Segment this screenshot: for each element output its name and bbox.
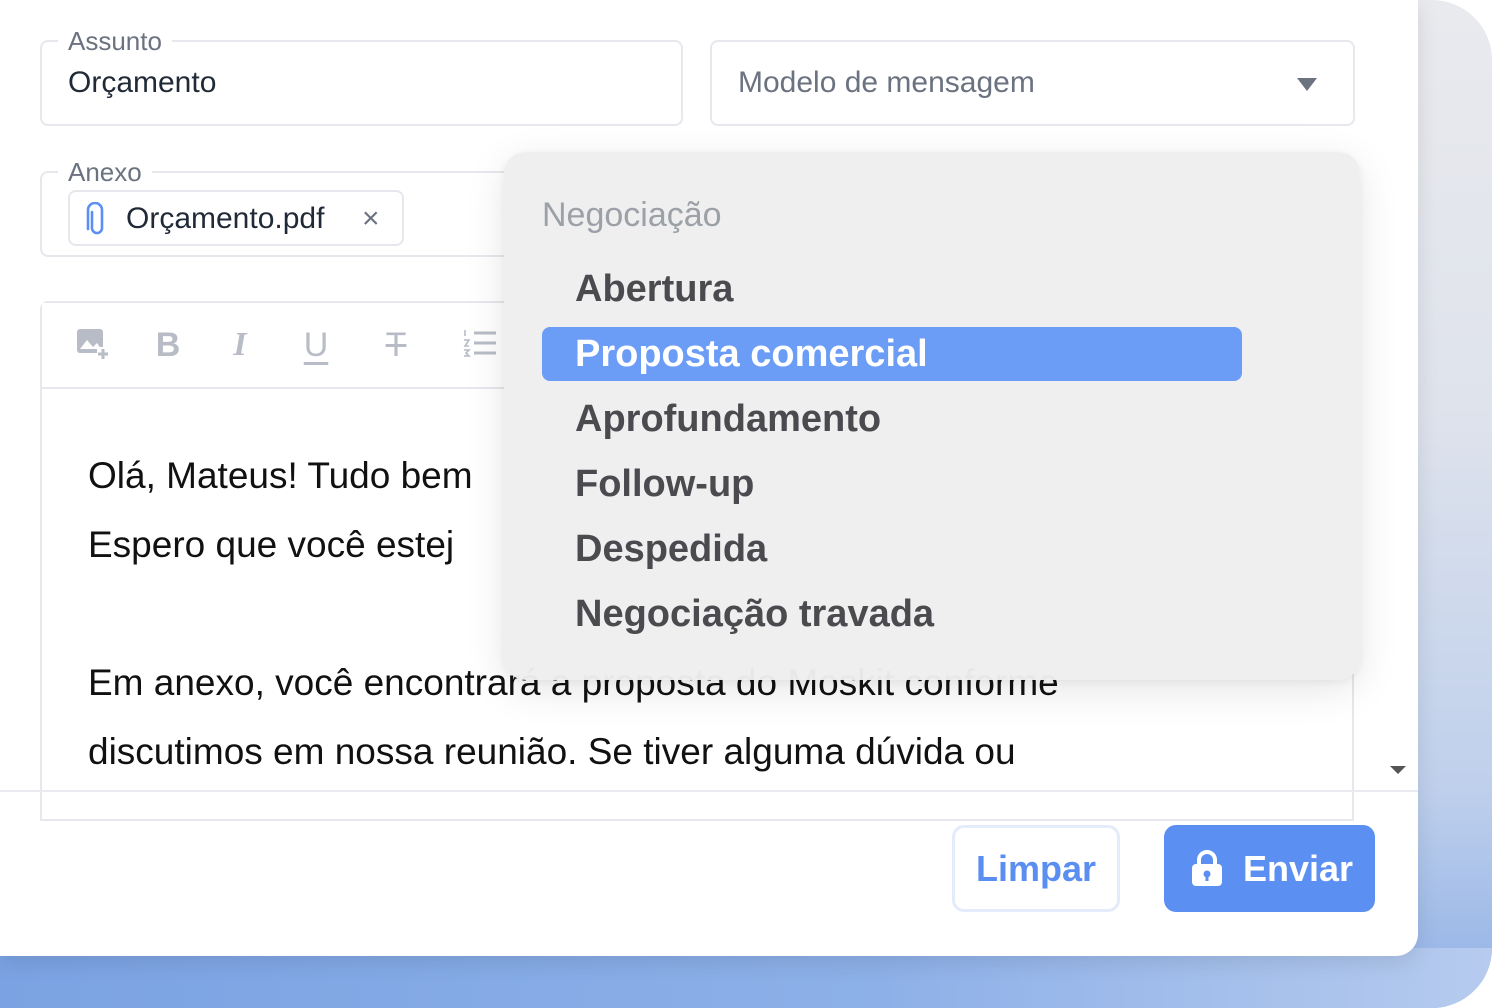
strikethrough-button[interactable]: T [376, 325, 416, 365]
italic-button[interactable]: I [220, 325, 260, 365]
image-add-icon[interactable] [72, 325, 112, 365]
send-button-label: Enviar [1243, 848, 1354, 889]
footer-divider [0, 790, 1418, 792]
lock-icon [1192, 850, 1222, 886]
send-button[interactable]: Enviar [1164, 825, 1375, 912]
remove-attachment-icon[interactable]: × [362, 202, 380, 236]
dropdown-item-despedida[interactable]: Despedida [542, 522, 1242, 576]
clear-button[interactable]: Limpar [952, 825, 1120, 912]
template-dropdown-menu: Negociação Abertura Proposta comercial A… [504, 152, 1360, 680]
subject-label: Assunto [58, 26, 172, 56]
numbered-list-glyph [463, 330, 496, 357]
scroll-down-arrow-icon[interactable] [1390, 766, 1406, 774]
dropdown-item-follow-up[interactable]: Follow-up [542, 457, 1242, 511]
attachment-file-name: Orçamento.pdf [126, 202, 325, 235]
dropdown-item-negociacao-travada[interactable]: Negociação travada [542, 587, 1242, 641]
numbered-list-icon[interactable] [460, 325, 500, 365]
underline-button[interactable]: U [296, 325, 336, 365]
image-add-glyph [77, 329, 109, 359]
dropdown-item-proposta-comercial[interactable]: Proposta comercial [542, 327, 1242, 381]
template-select[interactable]: Modelo de mensagem [710, 40, 1355, 126]
dropdown-item-aprofundamento[interactable]: Aprofundamento [542, 392, 1242, 446]
subject-field[interactable]: Assunto Orçamento [40, 26, 683, 126]
dropdown-item-abertura[interactable]: Abertura [542, 262, 1242, 316]
attachment-label: Anexo [58, 157, 152, 187]
editor-line: discutimos em nossa reunião. Se tiver al… [88, 731, 1016, 772]
attachment-chip[interactable]: Orçamento.pdf × [68, 190, 404, 246]
email-composer-window: Assunto Orçamento Modelo de mensagem Ane… [0, 0, 1418, 956]
dropdown-group-label: Negociação [542, 196, 722, 234]
template-placeholder: Modelo de mensagem [738, 66, 1035, 99]
bold-button[interactable]: B [148, 325, 188, 365]
chevron-down-icon[interactable] [1297, 78, 1317, 91]
subject-input[interactable]: Orçamento [68, 66, 216, 100]
attachment-field: Anexo Orçamento.pdf × [40, 157, 520, 257]
paperclip-icon [86, 202, 104, 235]
